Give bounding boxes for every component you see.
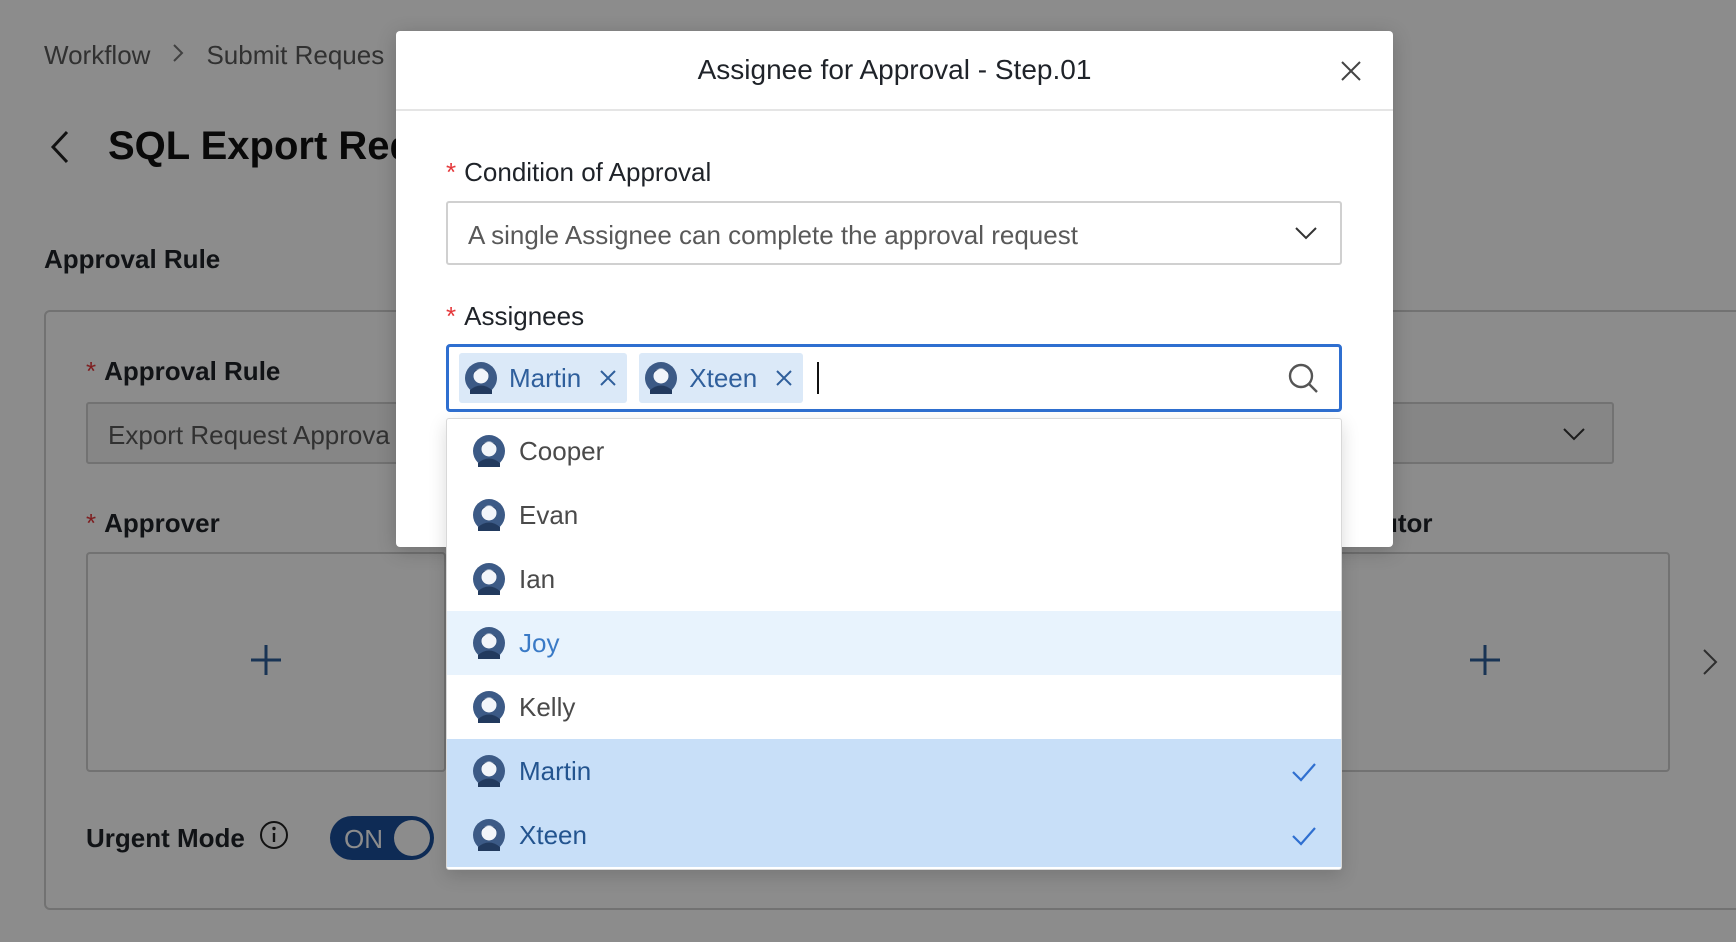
modal-title: Assignee for Approval - Step.01 bbox=[697, 54, 1092, 85]
dropdown-option[interactable]: Ian bbox=[447, 547, 1341, 611]
dropdown-option-label: Martin bbox=[519, 755, 592, 786]
dropdown-option[interactable]: Martin bbox=[447, 739, 1341, 803]
dropdown-option-label: Evan bbox=[519, 499, 579, 530]
user-avatar-icon bbox=[473, 435, 505, 467]
condition-value: A single Assignee can complete the appro… bbox=[468, 220, 1078, 250]
text-caret bbox=[817, 362, 820, 394]
user-avatar-icon bbox=[473, 819, 505, 851]
check-icon bbox=[1291, 759, 1317, 790]
required-mark: * bbox=[446, 301, 457, 331]
condition-label: * Condition of Approval bbox=[446, 157, 712, 187]
dropdown-option[interactable]: Joy bbox=[447, 611, 1341, 675]
assignee-tag: Martin bbox=[459, 353, 628, 403]
dropdown-option[interactable]: Xteen bbox=[447, 803, 1341, 867]
assignees-label: * Assignees bbox=[446, 301, 585, 331]
close-icon[interactable] bbox=[1335, 55, 1367, 87]
check-icon bbox=[1291, 823, 1317, 854]
user-avatar-icon bbox=[645, 362, 678, 394]
remove-tag-icon[interactable] bbox=[599, 369, 617, 387]
assignee-dropdown: Cooper Evan Ian Joy Kelly Martin Xteen bbox=[446, 418, 1342, 870]
user-avatar-icon bbox=[473, 499, 505, 531]
assignee-tag-label: Martin bbox=[509, 362, 582, 393]
dropdown-option[interactable]: Kelly bbox=[447, 675, 1341, 739]
dropdown-option-label: Cooper bbox=[519, 435, 605, 466]
dropdown-option-label: Joy bbox=[519, 627, 560, 658]
chevron-down-icon bbox=[1294, 221, 1318, 252]
dropdown-option-label: Ian bbox=[519, 563, 556, 594]
user-avatar-icon bbox=[473, 755, 505, 787]
search-icon[interactable] bbox=[1287, 362, 1319, 399]
condition-select[interactable]: A single Assignee can complete the appro… bbox=[446, 201, 1342, 265]
user-avatar-icon bbox=[473, 691, 505, 723]
required-mark: * bbox=[446, 157, 457, 187]
user-avatar-icon bbox=[473, 563, 505, 595]
assignees-input[interactable]: Martin Xteen bbox=[446, 344, 1342, 412]
modal-header: Assignee for Approval - Step.01 bbox=[396, 31, 1393, 111]
user-avatar-icon bbox=[473, 627, 505, 659]
remove-tag-icon[interactable] bbox=[775, 369, 793, 387]
dropdown-option-label: Kelly bbox=[519, 691, 576, 722]
assignee-tag-label: Xteen bbox=[689, 362, 758, 393]
dropdown-option[interactable]: Evan bbox=[447, 483, 1341, 547]
assignee-tag: Xteen bbox=[639, 353, 804, 403]
user-avatar-icon bbox=[465, 362, 497, 394]
dropdown-option[interactable]: Cooper bbox=[447, 419, 1341, 483]
dropdown-option-label: Xteen bbox=[519, 819, 587, 850]
